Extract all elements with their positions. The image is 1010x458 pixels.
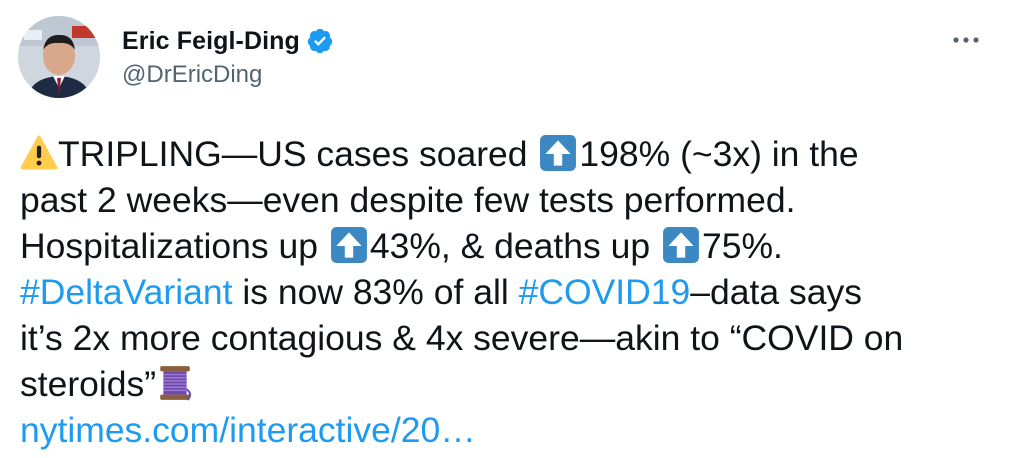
avatar-photo	[18, 16, 100, 98]
up-arrow-emoji	[540, 135, 577, 171]
thread-spool-emoji	[160, 366, 192, 401]
tweet-line-2: past 2 weeks—even despite few tests perf…	[20, 177, 995, 223]
verified-badge-icon	[307, 28, 333, 54]
tweet-text-segment: is now 83% of all	[232, 272, 519, 312]
up-arrow-emoji	[330, 227, 367, 263]
hashtag-covid19[interactable]: #COVID19	[519, 272, 691, 312]
tweet-text-segment: TRIPLING—US cases soared	[58, 134, 538, 174]
tweet-line-1: TRIPLING—US cases soared 198% (~3x) in t…	[20, 131, 995, 177]
tweet-text-segment: past 2 weeks—even despite few tests perf…	[20, 180, 796, 220]
more-options-icon	[953, 37, 979, 43]
author-handle[interactable]: @DrEricDing	[122, 61, 334, 89]
tweet-line-6: steroids”	[20, 361, 995, 407]
hashtag-delta-variant[interactable]: #DeltaVariant	[20, 272, 232, 312]
up-arrow-emoji	[663, 227, 699, 263]
tweet-line-3: Hospitalizations up 43%, & deaths up 75%…	[20, 223, 995, 269]
tweet-text-segment: steroids”	[20, 364, 157, 404]
tweet-line-7: nytimes.com/interactive/20…	[20, 407, 995, 453]
tweet-line-5: it’s 2x more contagious & 4x severe—akin…	[20, 315, 995, 361]
tweet-text-segment: Hospitalizations up	[20, 226, 328, 266]
avatar[interactable]	[18, 16, 100, 98]
tweet-line-4: #DeltaVariant is now 83% of all #COVID19…	[20, 269, 995, 315]
tweet-text: TRIPLING—US cases soared 198% (~3x) in t…	[20, 131, 995, 453]
author-name-row: Eric Feigl-Ding	[122, 24, 334, 58]
tweet-author: Eric Feigl-Ding @DrEricDing	[122, 24, 334, 89]
tweet-text-segment: 75%.	[701, 226, 783, 266]
tweet-text-segment: –data says	[690, 272, 862, 312]
tweet-text-segment: 198% (~3x) in the	[579, 134, 859, 174]
tweet-text-segment: 43%, & deaths up	[369, 226, 660, 266]
tweet-text-segment: it’s 2x more contagious & 4x severe—akin…	[20, 318, 904, 358]
tweet-link[interactable]: nytimes.com/interactive/20…	[20, 410, 476, 450]
author-name[interactable]: Eric Feigl-Ding	[122, 27, 300, 56]
more-options-button[interactable]	[948, 26, 984, 54]
warning-emoji	[20, 135, 58, 170]
